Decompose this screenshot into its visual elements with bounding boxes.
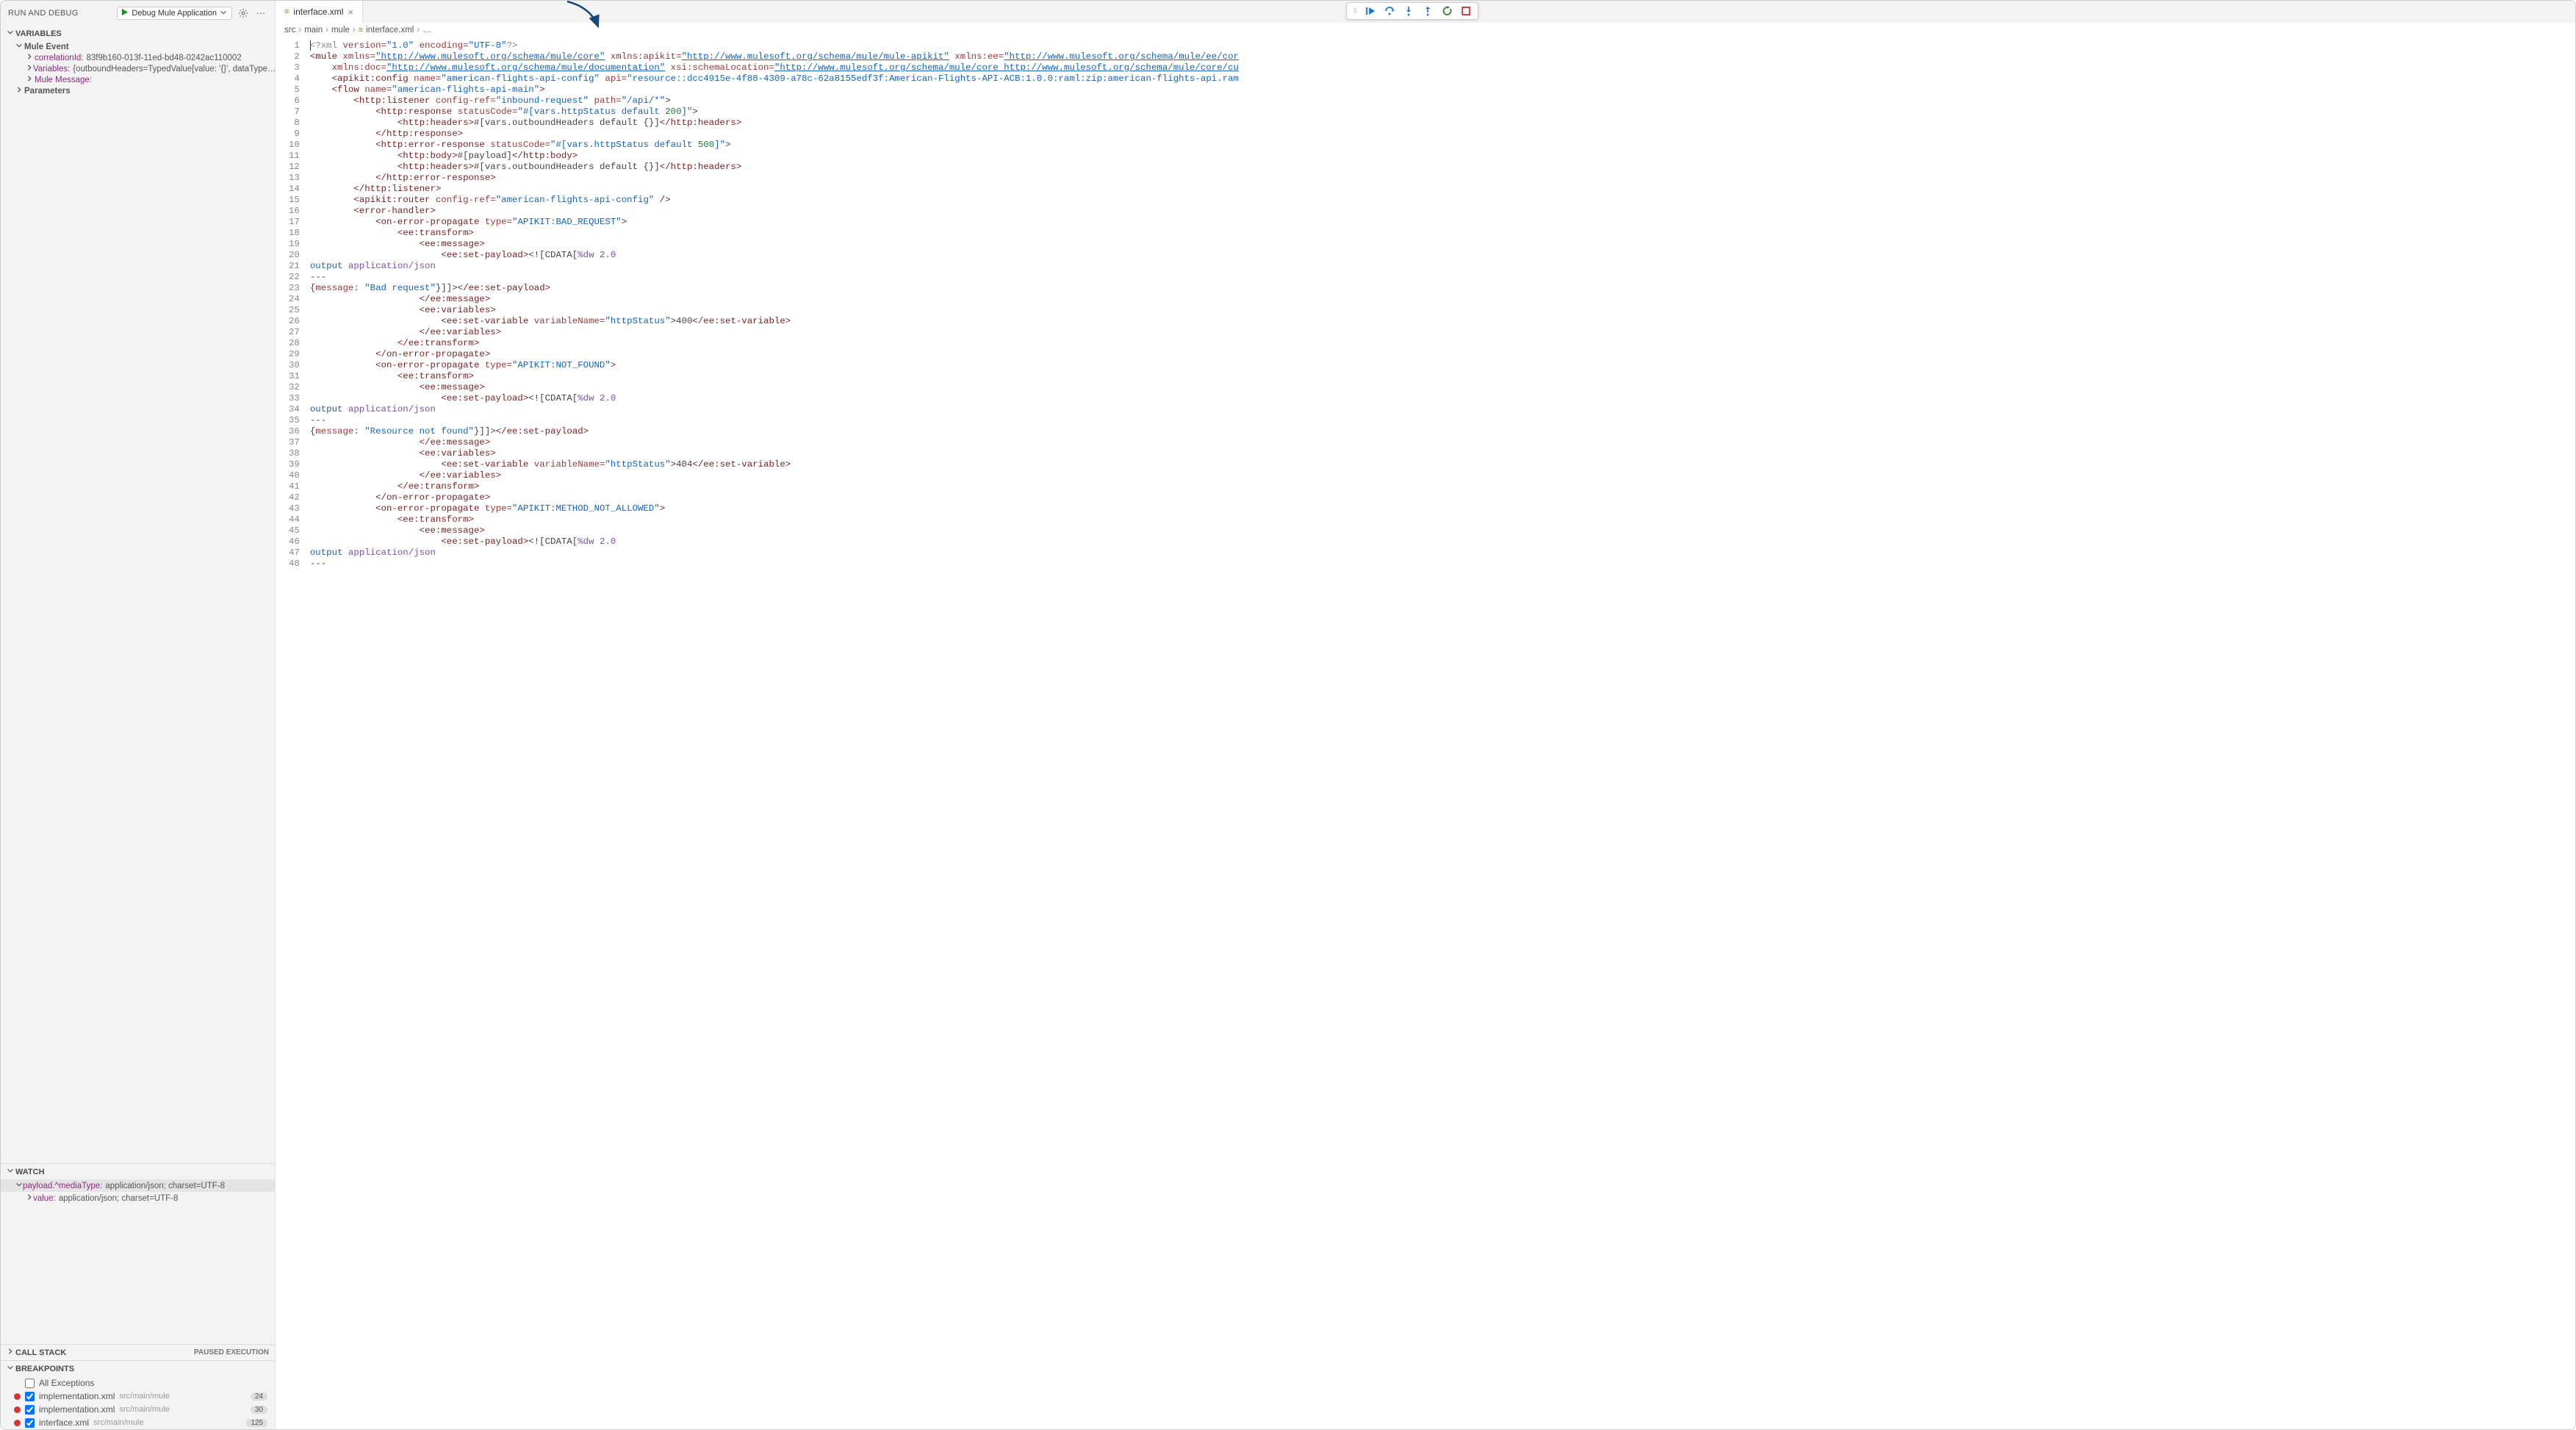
- stop-button[interactable]: [1460, 5, 1472, 17]
- bp-item[interactable]: implementation.xml src/main/mule 30: [1, 1403, 275, 1416]
- bp-file: interface.xml: [39, 1418, 89, 1428]
- crumb[interactable]: src: [284, 26, 295, 35]
- step-into-button[interactable]: [1403, 5, 1414, 17]
- var-key: Mule Message:: [35, 76, 92, 85]
- step-out-button[interactable]: [1422, 5, 1433, 17]
- var-variables[interactable]: Variables: {outboundHeaders=TypedValue[v…: [1, 63, 275, 74]
- bp-dot-icon: [14, 1406, 21, 1413]
- callstack-status: PAUSED EXECUTION: [194, 1348, 269, 1357]
- watch-value: application/json; charset=UTF-8: [59, 1194, 179, 1203]
- xml-file-icon: ≡: [359, 26, 363, 35]
- var-parameters[interactable]: Parameters: [1, 85, 275, 96]
- bp-path: src/main/mule: [119, 1405, 169, 1414]
- breadcrumbs[interactable]: src› main› mule› ≡ interface.xml› …: [276, 23, 2575, 37]
- watch-value: application/json; charset=UTF-8: [105, 1182, 225, 1190]
- crumb[interactable]: …: [422, 26, 431, 35]
- breakpoints-section[interactable]: BREAKPOINTS: [1, 1361, 275, 1376]
- chevron-right-icon: [26, 75, 35, 85]
- tab-interface-xml[interactable]: ≡ interface.xml ×: [276, 1, 363, 23]
- bp-checkbox[interactable]: [25, 1379, 35, 1388]
- bp-line: 30: [251, 1406, 267, 1414]
- chevron-down-icon: [7, 1364, 15, 1373]
- xml-file-icon: ≡: [284, 7, 289, 16]
- run-debug-title: RUN AND DEBUG: [8, 9, 112, 18]
- watch-expression[interactable]: payload.^mediaType: application/json; ch…: [1, 1179, 275, 1192]
- tab-bar: ≡ interface.xml × ⠿: [276, 1, 2575, 23]
- bp-all-exceptions[interactable]: All Exceptions: [1, 1376, 275, 1390]
- var-value: 83f9b160-013f-11ed-bd48-0242ac110002: [86, 54, 241, 62]
- chevron-down-icon: [7, 1167, 15, 1176]
- var-correlation-id[interactable]: correlationId: 83f9b160-013f-11ed-bd48-0…: [1, 52, 275, 63]
- restart-button[interactable]: [1441, 5, 1453, 17]
- launch-config-select[interactable]: Debug Mule Application: [117, 7, 232, 20]
- watch-key: payload.^mediaType:: [23, 1182, 102, 1190]
- bp-item[interactable]: interface.xml src/main/mule 125: [1, 1416, 275, 1429]
- var-mule-message[interactable]: Mule Message:: [1, 74, 275, 85]
- bp-dot-icon: [14, 1420, 21, 1426]
- continue-button[interactable]: [1364, 5, 1376, 17]
- tab-label: interface.xml: [293, 7, 343, 17]
- variables-section[interactable]: VARIABLES: [1, 26, 275, 41]
- chevron-right-icon: [26, 53, 35, 62]
- var-key: correlationId:: [35, 54, 83, 62]
- bp-item[interactable]: implementation.xml src/main/mule 24: [1, 1390, 275, 1403]
- step-over-button[interactable]: [1384, 5, 1395, 17]
- more-icon[interactable]: ⋯: [254, 7, 267, 20]
- group-label: Mule Event: [24, 43, 69, 51]
- crumb[interactable]: mule: [331, 26, 350, 35]
- chevron-down-icon: [15, 1181, 23, 1190]
- var-key: Variables:: [33, 65, 70, 73]
- section-label: CALL STACK: [15, 1348, 66, 1357]
- line-gutter: 1 2 3 4 5 6 7 8 9 10 11 12 13 14 15 16 1…: [276, 37, 307, 1429]
- grip-icon[interactable]: ⠿: [1353, 7, 1357, 15]
- bp-file: implementation.xml: [39, 1391, 115, 1401]
- crumb[interactable]: main: [304, 26, 323, 35]
- mule-event-group[interactable]: Mule Event: [1, 41, 275, 52]
- watch-key: value:: [33, 1194, 56, 1203]
- var-value: {outboundHeaders=TypedValue[value: '{}',…: [73, 65, 275, 73]
- bp-line: 125: [246, 1419, 267, 1427]
- code-editor[interactable]: 1 2 3 4 5 6 7 8 9 10 11 12 13 14 15 16 1…: [276, 37, 2575, 1429]
- chevron-right-icon: [26, 1193, 33, 1203]
- play-icon: [120, 8, 129, 18]
- bp-path: src/main/mule: [93, 1418, 143, 1427]
- chevron-down-icon: [7, 29, 15, 38]
- chevron-right-icon: [7, 1348, 15, 1357]
- callstack-section[interactable]: CALL STACK PAUSED EXECUTION: [1, 1345, 275, 1360]
- bp-file: implementation.xml: [39, 1404, 115, 1415]
- code-content[interactable]: <?xml version="1.0" encoding="UTF-8"?> <…: [307, 37, 1239, 1429]
- chevron-right-icon: [15, 86, 24, 96]
- bp-checkbox[interactable]: [25, 1392, 35, 1401]
- group-label: Parameters: [24, 87, 71, 96]
- bp-checkbox[interactable]: [25, 1418, 35, 1428]
- bp-line: 24: [251, 1393, 267, 1401]
- section-label: WATCH: [15, 1168, 45, 1176]
- editor-area: ≡ interface.xml × ⠿: [276, 1, 2575, 1429]
- section-label: VARIABLES: [15, 29, 62, 38]
- debug-toolbar[interactable]: ⠿: [1346, 2, 1478, 20]
- bp-path: src/main/mule: [119, 1392, 169, 1401]
- watch-child[interactable]: value: application/json; charset=UTF-8: [1, 1192, 275, 1204]
- close-icon[interactable]: ×: [348, 7, 353, 18]
- section-label: BREAKPOINTS: [15, 1365, 74, 1373]
- chevron-down-icon: [15, 42, 24, 51]
- crumb[interactable]: interface.xml: [366, 26, 414, 35]
- watch-section[interactable]: WATCH: [1, 1164, 275, 1179]
- debug-sidebar: RUN AND DEBUG Debug Mule Application ⋯ V…: [1, 1, 276, 1429]
- chevron-right-icon: [26, 64, 33, 73]
- bp-dot-icon: [14, 1393, 21, 1400]
- bp-checkbox[interactable]: [25, 1405, 35, 1415]
- chevron-down-icon: [220, 9, 227, 18]
- bp-label: All Exceptions: [39, 1378, 94, 1388]
- gear-icon[interactable]: [237, 7, 250, 20]
- launch-config-label: Debug Mule Application: [132, 9, 217, 18]
